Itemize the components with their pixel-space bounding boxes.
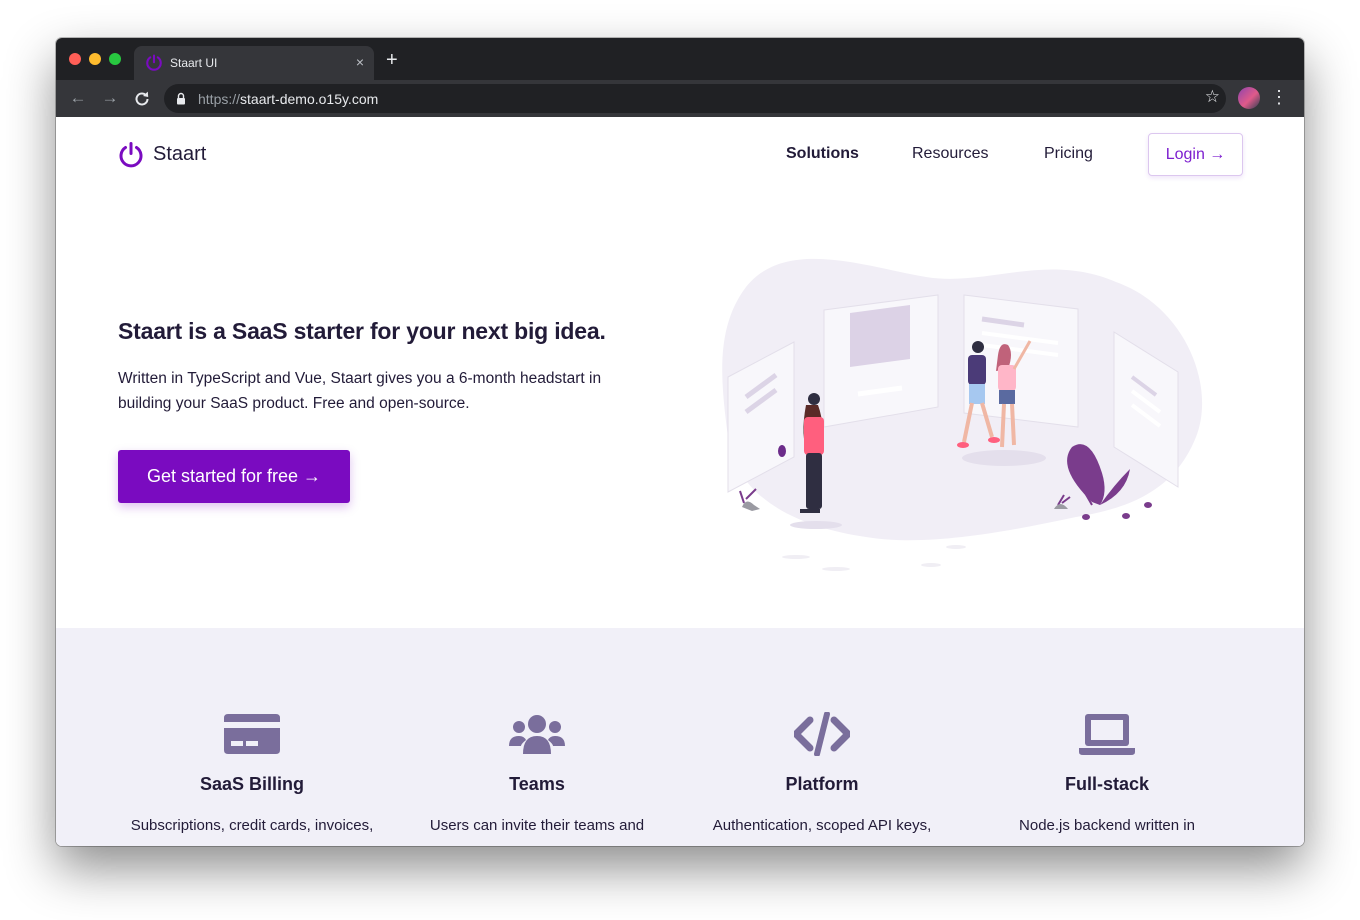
browser-toolbar: ← → https://staart-demo.o15y.com ☆ ⋮ [56, 80, 1304, 117]
url-text[interactable]: https://staart-demo.o15y.com [198, 91, 378, 107]
maximize-window-button[interactable] [109, 53, 121, 65]
features-section: SaaS Billing Subscriptions, credit cards… [56, 628, 1304, 846]
browser-window: Staart UI × + ← → https://staart-demo.o1… [56, 38, 1304, 846]
brand-name[interactable]: Staart [153, 143, 206, 166]
url-host: staart-demo.o15y.com [240, 91, 379, 107]
feature-card: SaaS Billing Subscriptions, credit cards… [107, 628, 397, 834]
staart-logo-icon[interactable] [118, 141, 144, 169]
staart-favicon-icon [146, 54, 162, 71]
credit-card-icon [224, 714, 280, 754]
login-button[interactable]: Login → [1148, 133, 1243, 176]
tab-title: Staart UI [170, 56, 218, 70]
back-arrow-icon[interactable]: ← [68, 88, 88, 108]
reload-icon[interactable] [132, 89, 152, 109]
feature-description: Subscriptions, credit cards, invoices, [130, 817, 374, 834]
nav-solutions[interactable]: Solutions [786, 145, 859, 163]
nav-pricing[interactable]: Pricing [1044, 145, 1093, 163]
nav-resources[interactable]: Resources [912, 145, 988, 163]
feature-card: Platform Authentication, scoped API keys… [677, 628, 967, 834]
feature-title: SaaS Billing [199, 774, 305, 794]
feature-description: Authentication, scoped API keys, [712, 817, 932, 834]
hero-illustration [722, 258, 1203, 571]
feature-card: Teams Users can invite their teams and [392, 628, 682, 834]
close-window-button[interactable] [69, 53, 81, 65]
feature-description: Users can invite their teams and [429, 817, 645, 834]
hero-title: Staart is a SaaS starter for your next b… [118, 318, 606, 344]
hero-description: Written in TypeScript and Vue, Staart gi… [118, 370, 602, 412]
url-scheme: https:// [198, 91, 241, 107]
users-icon [509, 715, 565, 754]
laptop-icon [1079, 714, 1135, 755]
browser-tab-strip: Staart UI × + [56, 38, 1304, 80]
forward-arrow-icon[interactable]: → [100, 88, 120, 108]
minimize-window-button[interactable] [89, 53, 101, 65]
new-tab-button[interactable]: + [386, 50, 398, 70]
bookmark-star-icon[interactable]: ☆ [1205, 87, 1220, 107]
feature-card: Full-stack Node.js backend written in [962, 628, 1252, 834]
tab-close-icon[interactable]: × [356, 54, 364, 70]
feature-description: Node.js backend written in [1019, 817, 1195, 834]
address-bar[interactable]: https://staart-demo.o15y.com [164, 84, 1226, 113]
lock-icon [177, 92, 185, 105]
feature-title: Full-stack [1064, 774, 1150, 794]
browser-menu-icon[interactable]: ⋮ [1270, 86, 1288, 108]
browser-tab[interactable]: Staart UI × [134, 46, 374, 80]
code-icon [794, 712, 850, 756]
profile-avatar[interactable] [1238, 87, 1260, 109]
get-started-button[interactable]: Get started for free → [118, 450, 350, 503]
feature-title: Platform [785, 774, 859, 794]
feature-title: Teams [509, 774, 565, 794]
page-viewport: Staart Solutions Resources Pricing Login… [56, 117, 1304, 846]
